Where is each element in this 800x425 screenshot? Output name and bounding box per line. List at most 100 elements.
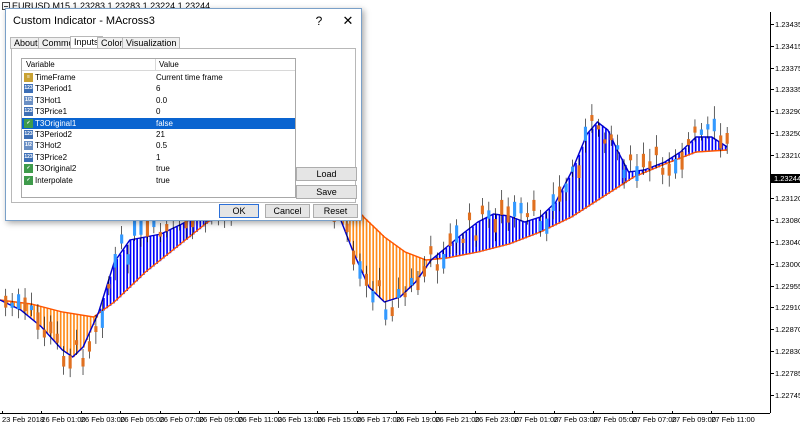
time-label: 26 Feb 17:00 <box>356 415 401 424</box>
price-tick <box>771 45 774 47</box>
price-label: 1.23415 <box>775 41 800 51</box>
grid-row-interpolate[interactable]: ✓ Interpolate true <box>22 175 295 186</box>
ma-histogram-bar <box>618 152 621 188</box>
variable-name: T3Hot1 <box>35 95 62 105</box>
price-label: 1.23120 <box>775 194 800 204</box>
price-label: 1.23435 <box>775 20 800 29</box>
save-button[interactable]: Save <box>296 185 357 199</box>
inputs-panel: Variable Value ≡ TimeFrame Current time fr… <box>11 48 357 203</box>
variable-name: T3Hot2 <box>35 141 62 151</box>
candle-body <box>81 357 85 367</box>
candle-body <box>571 166 575 172</box>
price-label: 1.23080 <box>775 216 800 226</box>
ma-histogram-bar <box>79 314 82 351</box>
candle-body <box>609 134 613 141</box>
ma-histogram-bar <box>152 235 155 267</box>
help-button[interactable]: ? <box>311 13 327 29</box>
time-tick <box>553 411 555 414</box>
variable-value[interactable]: 21 <box>156 129 165 140</box>
ma-histogram-bar <box>382 235 384 301</box>
cancel-button[interactable]: Cancel <box>265 204 310 218</box>
ok-button[interactable]: OK <box>219 204 259 218</box>
grid-row-t3price1[interactable]: 123 T3Price1 0 <box>22 106 295 117</box>
ma-histogram-bar <box>53 309 55 341</box>
variable-value[interactable]: 0.5 <box>156 140 167 151</box>
ma-histogram-bar <box>26 303 29 316</box>
close-icon[interactable]: ✕ <box>340 13 356 29</box>
candle-body <box>513 201 517 217</box>
candle-body <box>661 167 665 175</box>
double-icon: 1/2 <box>24 141 33 151</box>
variable-value[interactable]: true <box>156 175 170 186</box>
price-label: 1.23290 <box>775 107 800 117</box>
time-label: 26 Feb 15:00 <box>317 415 362 424</box>
dialog-title-bar[interactable]: Custom Indicator - MAcross3 ? ✕ <box>6 9 361 33</box>
candle-body <box>442 254 446 269</box>
candle-body <box>145 221 149 237</box>
variable-name: T3Original1 <box>35 118 77 128</box>
time-label: 26 Feb 19:00 <box>396 415 441 424</box>
grid-row-t3price2[interactable]: 123 T3Price2 1 <box>22 152 295 163</box>
variable-value[interactable]: 1 <box>156 152 160 163</box>
ma-histogram-bar <box>119 254 122 298</box>
ma-histogram-bar <box>106 287 109 309</box>
ma-histogram-bar <box>162 233 165 259</box>
variable-value[interactable]: 0.0 <box>156 95 167 106</box>
grid-row-t3original1[interactable]: ✓ T3Original1 false <box>22 117 295 129</box>
variable-value[interactable]: 0 <box>156 106 160 117</box>
grid-header: Variable Value <box>22 59 295 71</box>
ma-histogram-bar <box>372 225 375 291</box>
price-tick <box>771 329 774 331</box>
candle-body <box>467 212 472 221</box>
ma-histogram-bar <box>39 306 42 327</box>
time-label: 27 Feb 01:00 <box>514 415 559 424</box>
price-tick <box>771 67 774 69</box>
price-label: 1.23375 <box>775 63 800 73</box>
grid-row-t3period2[interactable]: 123 T3Period2 21 <box>22 129 295 140</box>
time-tick <box>2 411 3 414</box>
enum-icon: ≡ <box>24 73 33 82</box>
variable-value[interactable]: Current time frame <box>156 72 223 83</box>
reset-button[interactable]: Reset <box>313 204 358 218</box>
grid-row-t3hot1[interactable]: 1/2 T3Hot1 0.0 <box>22 95 295 106</box>
price-label: 1.22745 <box>775 390 800 400</box>
candle-body <box>165 224 169 232</box>
inputs-grid[interactable]: Variable Value ≡ TimeFrame Current time fr… <box>21 58 296 198</box>
candle-body <box>583 126 588 141</box>
price-label: 1.23210 <box>775 150 800 160</box>
candle-body <box>435 264 439 271</box>
grid-row-t3period1[interactable]: 123 T3Period1 6 <box>22 83 295 94</box>
column-header-variable[interactable]: Variable <box>26 59 55 71</box>
variable-value[interactable]: 6 <box>156 83 160 94</box>
grid-row-t3hot2[interactable]: 1/2 T3Hot2 0.5 <box>22 140 295 151</box>
candle-body <box>616 145 620 150</box>
variable-value[interactable]: true <box>156 163 170 174</box>
price-label: 1.22870 <box>775 325 800 335</box>
column-divider[interactable] <box>155 59 156 71</box>
candle-body <box>590 115 594 121</box>
ma-histogram-bar <box>132 239 135 285</box>
ma-histogram-bar <box>714 139 717 152</box>
time-tick <box>396 411 397 414</box>
column-header-value[interactable]: Value <box>159 59 179 71</box>
grid-row-timeframe[interactable]: ≡ TimeFrame Current time frame <box>22 72 295 83</box>
variable-value[interactable]: false <box>156 118 173 129</box>
grid-row-t3original2[interactable]: ✓ T3Original2 true <box>22 163 295 174</box>
ma-histogram-bar <box>445 248 448 259</box>
price-tick <box>771 111 774 113</box>
ma-histogram-bar <box>691 141 694 155</box>
candle-body <box>680 151 684 170</box>
candle-body <box>558 186 562 202</box>
candle-body <box>377 280 381 287</box>
variable-name: T3Original2 <box>35 164 77 174</box>
candle-body <box>17 294 21 310</box>
current-price-label: 1.23244 <box>771 174 800 183</box>
ma-histogram-bar <box>129 240 132 288</box>
time-label: 27 Feb 03:00 <box>553 415 598 424</box>
load-button[interactable]: Load <box>296 167 357 181</box>
time-tick <box>238 411 240 414</box>
candle-body <box>36 312 40 330</box>
candle-body <box>493 219 497 233</box>
ma-histogram-bar <box>581 146 584 211</box>
ma-histogram-bar <box>711 137 714 152</box>
